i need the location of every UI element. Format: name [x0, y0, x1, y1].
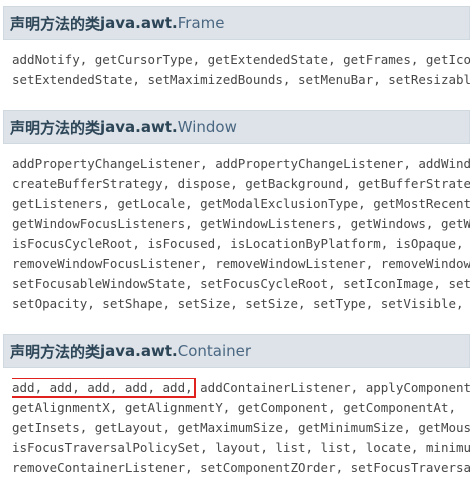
class-link-container[interactable]: Container — [178, 342, 251, 360]
method-line[interactable]: setOpacity, setShape, setSize, setSize, … — [12, 294, 470, 314]
method-line-first: add, add, add, add, add, addContainerLis… — [12, 378, 470, 398]
header-prefix: 声明方法的类 — [10, 342, 101, 361]
method-line[interactable]: getInsets, getLayout, getMaximumSize, ge… — [12, 418, 470, 438]
method-line[interactable]: addPropertyChangeListener, addPropertyCh… — [12, 154, 470, 174]
section-header-frame: 声明方法的类 java.awt. Frame — [3, 6, 470, 40]
method-line-rest[interactable]: addContainerListener, applyComponentOrie… — [193, 380, 470, 395]
highlighted-add-methods[interactable]: add, add, add, add, add, — [12, 378, 196, 398]
method-line[interactable]: getWindowFocusListeners, getWindowListen… — [12, 214, 470, 234]
method-line[interactable]: removeWindowFocusListener, removeWindowL… — [12, 254, 470, 274]
header-package: java.awt. — [100, 14, 178, 32]
section-header-container: 声明方法的类 java.awt. Container — [3, 334, 470, 368]
method-line[interactable]: isFocusCycleRoot, isFocused, isLocationB… — [12, 234, 470, 254]
section-header-window: 声明方法的类 java.awt. Window — [3, 110, 470, 144]
section-window: 声明方法的类 java.awt. Window addPropertyChang… — [0, 110, 470, 324]
class-link-frame[interactable]: Frame — [178, 14, 225, 32]
class-link-window[interactable]: Window — [178, 118, 237, 136]
method-line[interactable]: removeContainerListener, setComponentZOr… — [12, 458, 470, 478]
method-list-window: addPropertyChangeListener, addPropertyCh… — [12, 154, 470, 314]
header-package: java.awt. — [100, 118, 178, 136]
method-list-frame: addNotify, getCursorType, getExtendedSta… — [12, 50, 470, 90]
method-list-container: add, add, add, add, add, addContainerLis… — [12, 378, 470, 478]
section-container: 声明方法的类 java.awt. Container add, add, add… — [0, 334, 470, 482]
method-line[interactable]: addNotify, getCursorType, getExtendedSta… — [12, 50, 470, 70]
header-prefix: 声明方法的类 — [10, 118, 101, 137]
method-line[interactable]: getAlignmentX, getAlignmentY, getCompone… — [12, 398, 470, 418]
method-line[interactable]: setExtendedState, setMaximizedBounds, se… — [12, 70, 470, 90]
method-line[interactable]: setFocusableWindowState, setFocusCycleRo… — [12, 274, 470, 294]
header-package: java.awt. — [100, 342, 178, 360]
method-line[interactable]: isFocusTraversalPolicySet, layout, list,… — [12, 438, 470, 458]
section-frame: 声明方法的类 java.awt. Frame addNotify, getCur… — [0, 6, 470, 98]
header-prefix: 声明方法的类 — [10, 14, 101, 33]
method-line[interactable]: createBufferStrategy, dispose, getBackgr… — [12, 174, 470, 194]
method-line[interactable]: getListeners, getLocale, getModalExclusi… — [12, 194, 470, 214]
